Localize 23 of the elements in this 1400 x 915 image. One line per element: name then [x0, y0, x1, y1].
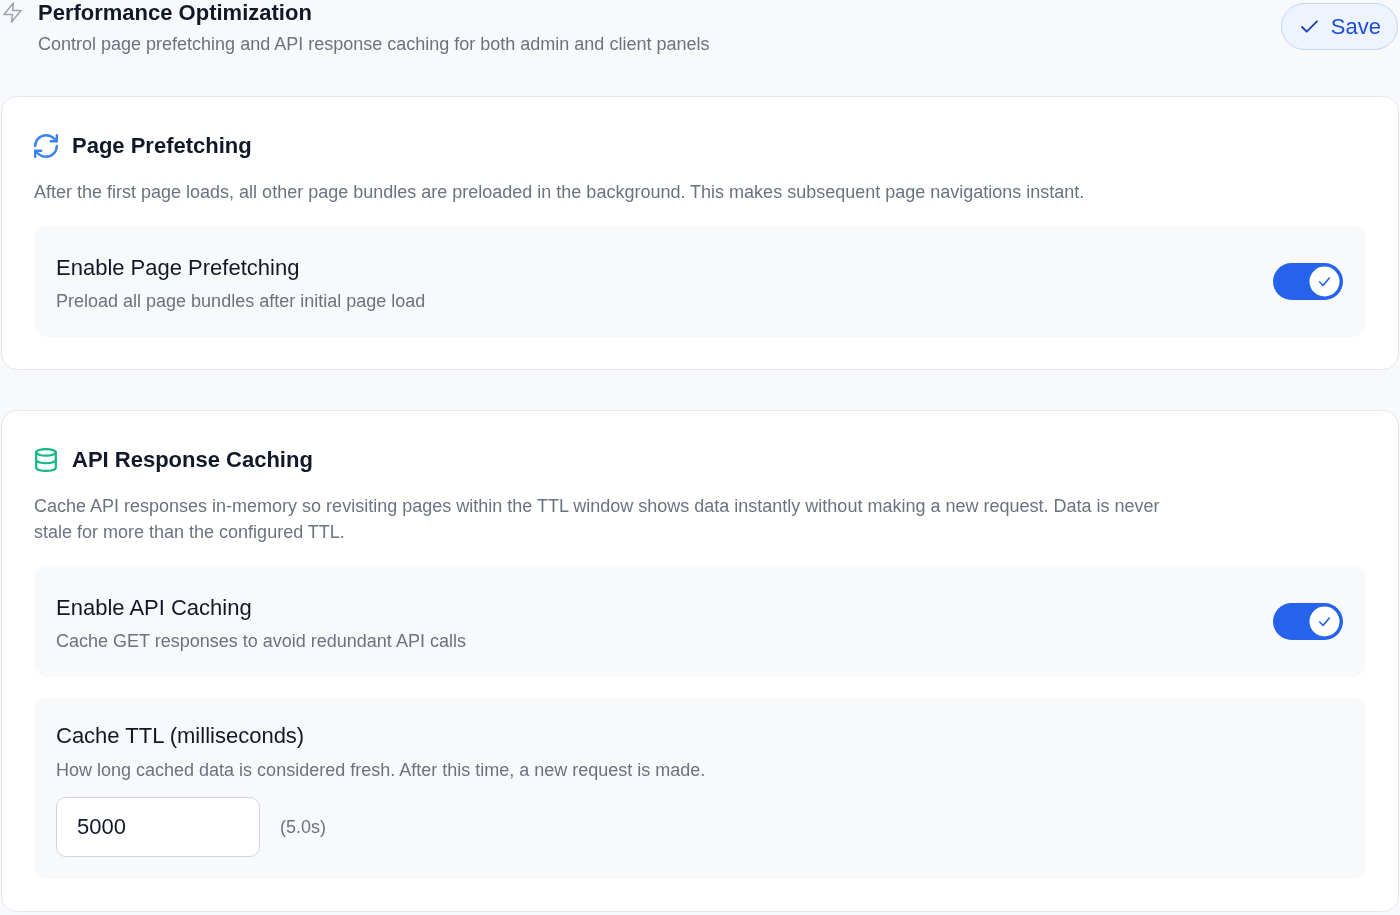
setting-description: Cache GET responses to avoid redundant API calls: [56, 630, 466, 653]
database-icon: [34, 448, 58, 472]
duration-hint: (5.0s): [280, 816, 326, 838]
section-description: After the first page loads, all other page bundles are preloaded in the background. This makes subsequent page navigations instant.: [34, 181, 1086, 204]
setting-label: Cache TTL (milliseconds): [56, 723, 306, 749]
lightning-icon: [3, 2, 22, 23]
section-description: Cache API responses in-memory so revisiting pages within the TTL window shows data instantly without making a new request. Data is never stale for more than the configured TTL.: [34, 495, 1161, 544]
refresh-icon: [34, 134, 58, 158]
setting-description: How long cached data is considered fresh. After this time, a new request is made.: [56, 759, 707, 782]
setting-description: Preload all page bundles after initial page load: [56, 290, 426, 313]
number-input[interactable]: 5000: [56, 797, 260, 857]
page-subtitle: Control page prefetching and API response caching for both admin and client panels: [38, 33, 710, 56]
check-icon: [1299, 19, 1319, 34]
check-knob-icon: [1309, 266, 1340, 297]
page-title: Performance Optimization: [38, 0, 313, 26]
check-knob-icon: [1309, 606, 1340, 637]
setting-label: Enable API Caching: [56, 595, 253, 621]
toggle-switch[interactable]: [1273, 263, 1343, 300]
save-button[interactable]: Save: [1280, 3, 1398, 50]
setting-label: Enable Page Prefetching: [56, 255, 301, 281]
toggle-switch[interactable]: [1273, 603, 1343, 640]
section-title: API Response Caching: [72, 446, 313, 474]
section-title: Page Prefetching: [72, 132, 252, 160]
